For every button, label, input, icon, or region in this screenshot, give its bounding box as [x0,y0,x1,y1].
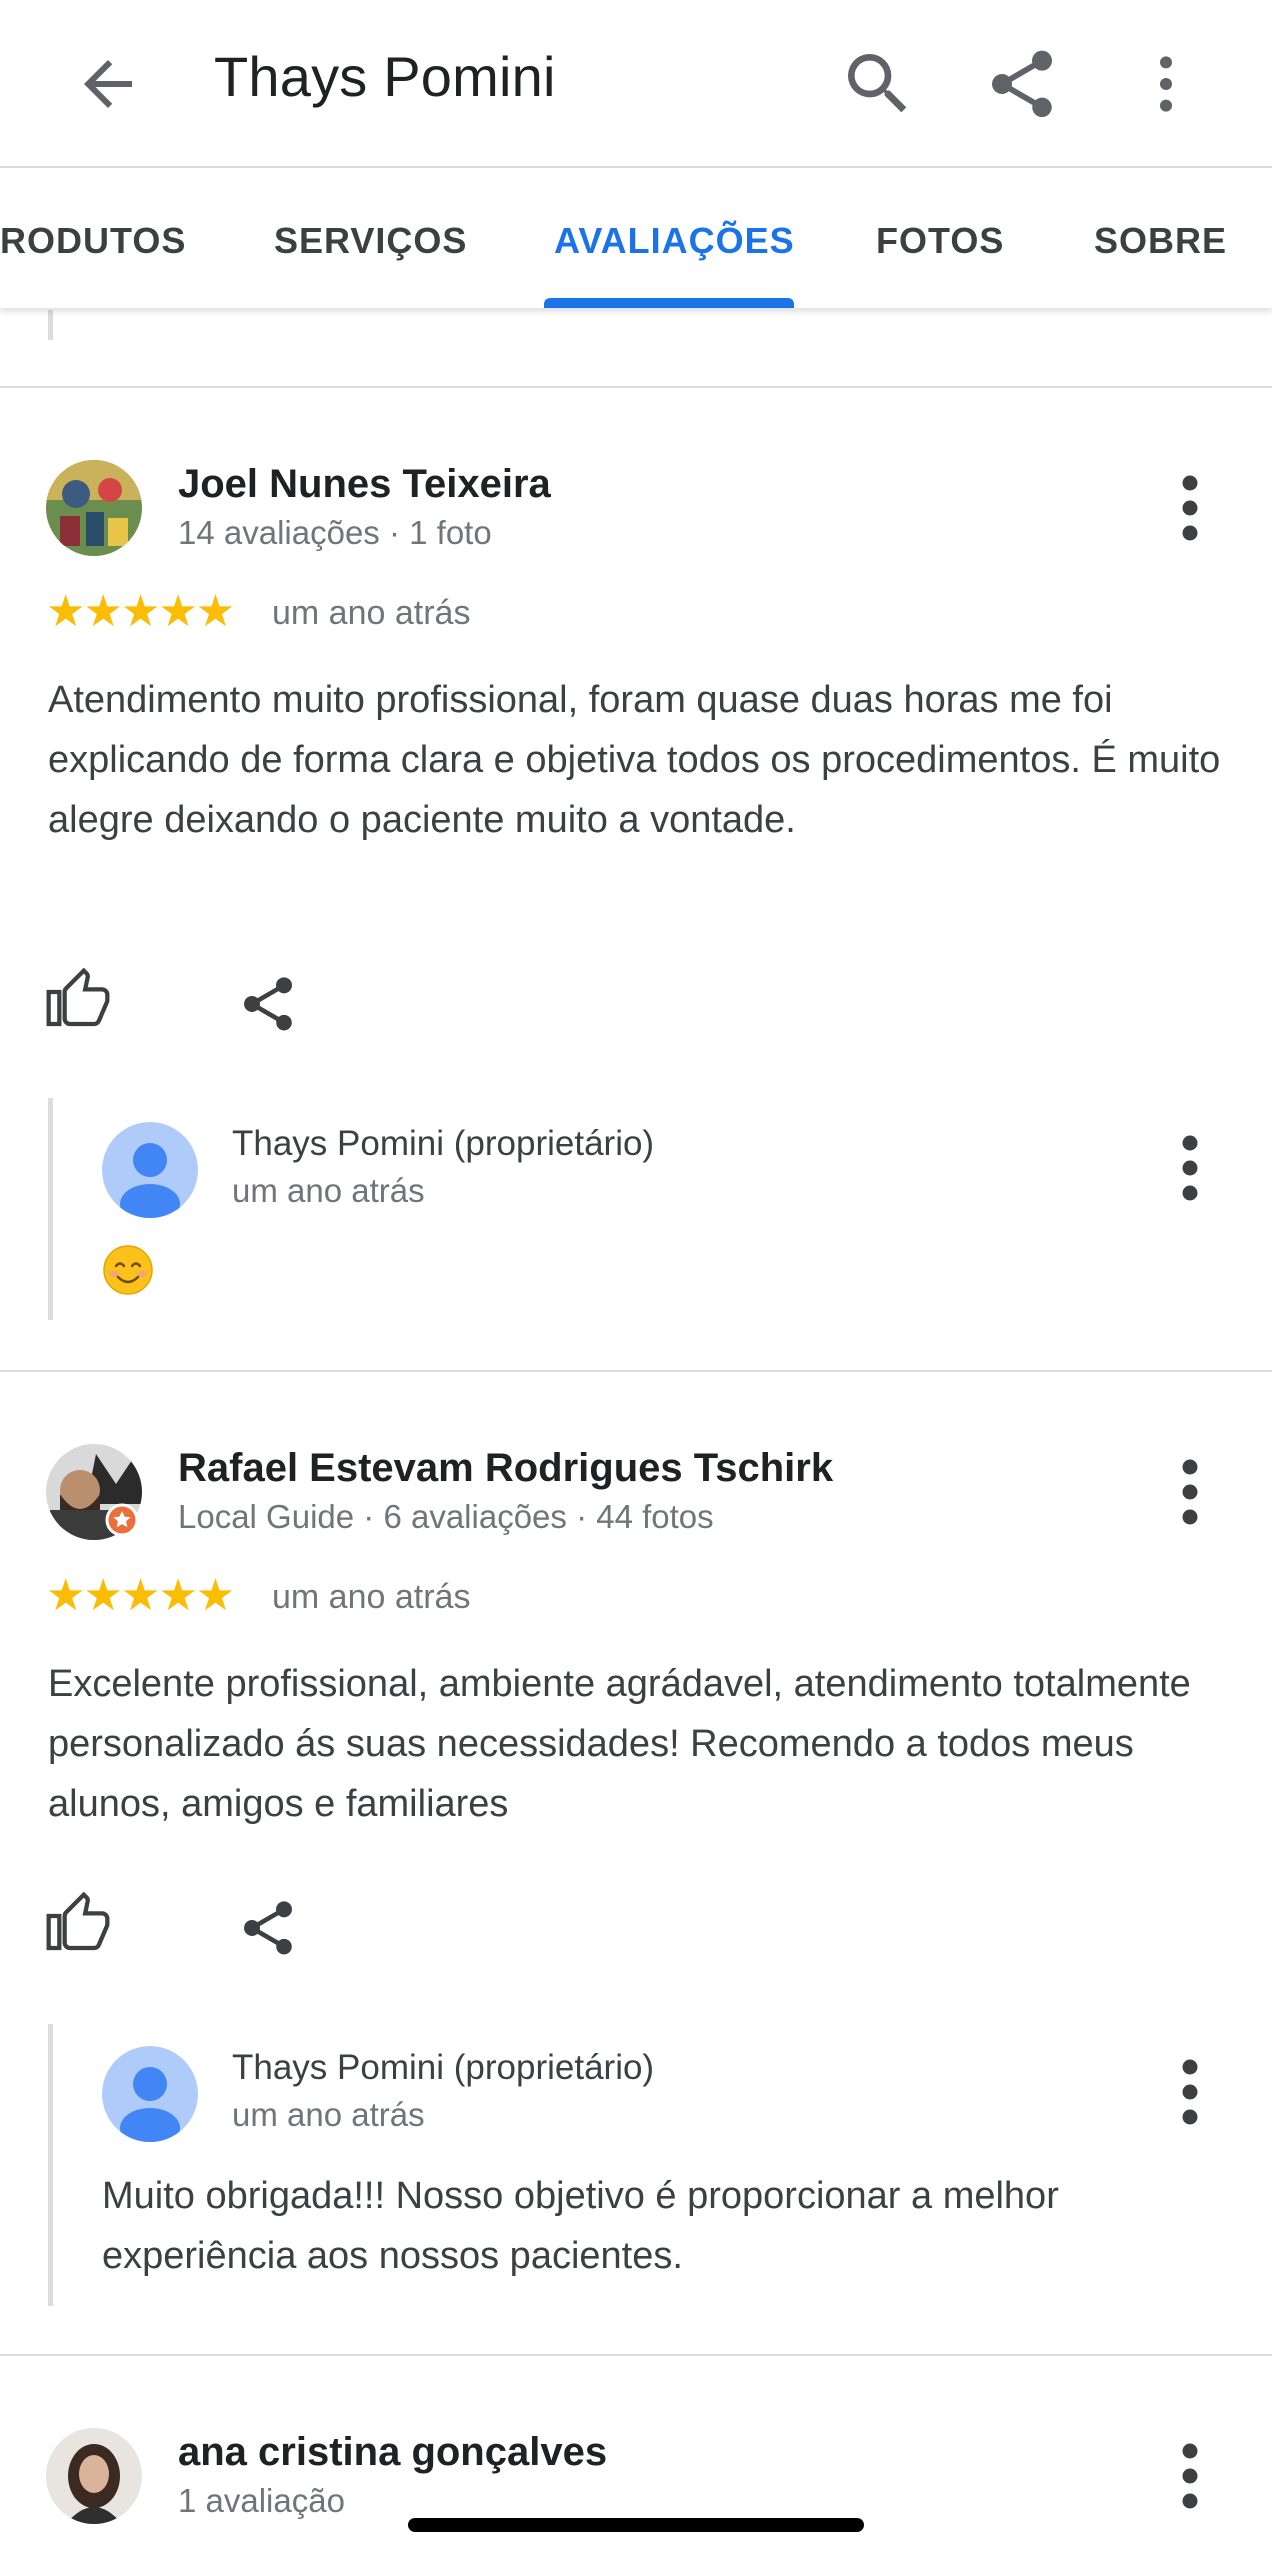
owner-reply-name: Thays Pomini (proprietário) [232,1124,655,1163]
review-author-name[interactable]: ana cristina gonçalves [178,2430,607,2475]
review-date: um ano atrás [272,1578,471,1616]
more-options-icon[interactable] [1160,1452,1220,1532]
back-arrow-icon[interactable] [72,48,144,120]
avatar[interactable] [46,2428,142,2524]
tab-bar: RODUTOS SERVIÇOS AVALIAÇÕES FOTOS SOBRE [0,168,1272,308]
review-text: Excelente profissional, ambiente agrádav… [48,1663,1191,1825]
page-title: Thays Pomini [214,45,556,108]
divider [0,386,1272,388]
owner-avatar-icon [102,1122,198,1218]
star-rating: ★★★★★ [46,587,235,636]
tab-produtos[interactable]: RODUTOS [0,220,186,262]
reply-bar [48,2024,53,2306]
review-author-meta: 1 avaliação [178,2482,345,2519]
star-rating: ★★★★★ [46,1571,235,1620]
review-author-meta: Local Guide · 6 avaliações · 44 fotos [178,1498,714,1535]
app-bar: Thays Pomini [0,0,1272,168]
more-options-icon[interactable] [1160,468,1220,548]
tab-avaliacoes[interactable]: AVALIAÇÕES [554,220,795,262]
divider [0,1370,1272,1372]
active-tab-indicator [544,298,794,308]
share-icon[interactable] [982,44,1062,124]
share-icon[interactable] [236,972,300,1036]
owner-reply-text: Muito obrigada!!! Nosso objetivo é propo… [102,2175,1059,2277]
previous-reply-bar [48,310,53,340]
search-icon[interactable] [838,44,918,124]
review-author-name[interactable]: Joel Nunes Teixeira [178,462,551,507]
thumbs-up-icon[interactable] [46,1892,110,1956]
reply-bar [48,1098,53,1320]
more-options-icon[interactable] [1160,2052,1220,2132]
avatar[interactable] [46,460,142,556]
tab-servicos[interactable]: SERVIÇOS [274,220,467,262]
owner-reply-date: um ano atrás [232,1172,425,1209]
owner-reply-name: Thays Pomini (proprietário) [232,2048,655,2087]
avatar[interactable] [46,1444,142,1540]
tab-sobre[interactable]: SOBRE [1094,220,1227,262]
share-icon[interactable] [236,1896,300,1960]
more-options-icon[interactable] [1160,1128,1220,1208]
review-text: Atendimento muito profissional, foram qu… [48,679,1221,841]
smiling-emoji-icon [103,1245,153,1295]
more-options-icon[interactable] [1160,2436,1220,2516]
owner-avatar-icon [102,2046,198,2142]
review-date: um ano atrás [272,594,471,632]
more-options-icon[interactable] [1126,44,1206,124]
divider [0,2354,1272,2356]
thumbs-up-icon[interactable] [46,968,110,1032]
review-author-name[interactable]: Rafael Estevam Rodrigues Tschirk [178,1446,833,1491]
home-indicator[interactable] [408,2518,864,2532]
owner-reply-date: um ano atrás [232,2096,425,2133]
tab-fotos[interactable]: FOTOS [876,220,1004,262]
review-author-meta: 14 avaliações · 1 foto [178,514,492,551]
